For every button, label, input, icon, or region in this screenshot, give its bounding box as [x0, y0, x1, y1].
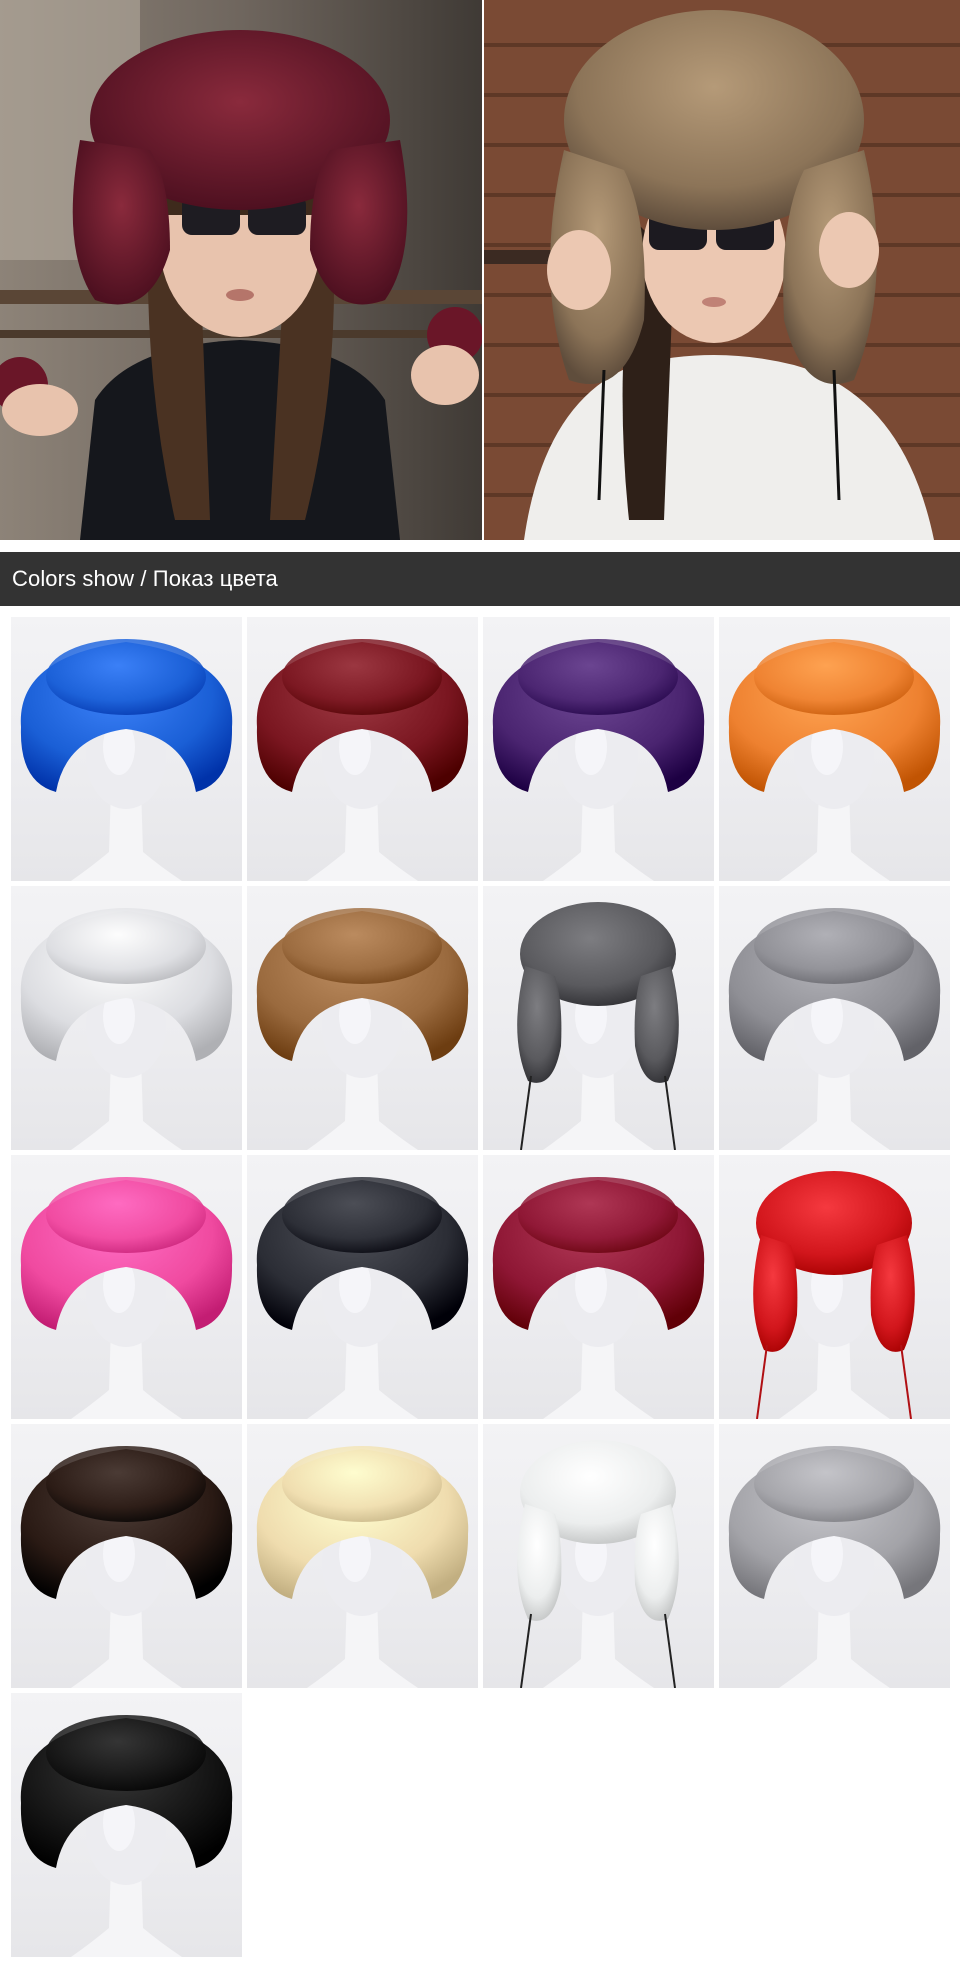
fur-hat-mannequin-icon — [728, 639, 941, 881]
grey-fur-hat-photo — [719, 886, 950, 1150]
beige-fur-hat-photo — [247, 1424, 478, 1688]
light-grey-fur-hat-photo — [719, 1424, 950, 1688]
hero-left-image — [0, 0, 482, 540]
raccoon-fur-hat-photo — [247, 886, 478, 1150]
fur-hat-mannequin-icon — [256, 1177, 469, 1419]
dark-grey-fur-hat-photo — [247, 1155, 478, 1419]
fur-hat-mannequin-icon — [20, 1715, 233, 1957]
child-burgundy-hat-photo — [0, 0, 482, 540]
purple-fur-hat-photo — [483, 617, 714, 881]
fur-hat-mannequin-icon — [20, 639, 233, 881]
pink-fur-hat-photo — [11, 1155, 242, 1419]
child-raccoon-hat-photo — [484, 0, 960, 540]
fur-hat-mannequin-icon — [492, 639, 705, 881]
orange-fur-hat-photo — [719, 617, 950, 881]
colors-section-title: Colors show / Показ цвета — [12, 566, 278, 591]
dark-red-fur-hat-photo — [247, 617, 478, 881]
fur-hat-mannequin-icon — [20, 1446, 233, 1688]
white-trapper-hat-photo — [483, 1424, 714, 1688]
hero-right-image — [484, 0, 960, 540]
fur-hat-mannequin-icon — [256, 639, 469, 881]
blue-fur-hat-photo — [11, 617, 242, 881]
dark-brown-fur-hat-photo — [11, 1424, 242, 1688]
fur-hat-mannequin-icon — [728, 908, 941, 1150]
fur-hat-mannequin-icon — [256, 908, 469, 1150]
fur-hat-mannequin-icon — [753, 1171, 915, 1419]
fur-hat-mannequin-icon — [728, 1446, 941, 1688]
black-fur-hat-photo — [11, 1693, 242, 1957]
hero-photos — [0, 0, 960, 540]
red-trapper-hat-photo — [719, 1155, 950, 1419]
fur-hat-mannequin-icon — [256, 1446, 469, 1688]
color-swatch-grid — [11, 617, 951, 1957]
white-fox-fur-hat-photo — [11, 886, 242, 1150]
fur-hat-mannequin-icon — [492, 1177, 705, 1419]
wine-red-fur-hat-photo — [483, 1155, 714, 1419]
fur-hat-mannequin-icon — [517, 1440, 679, 1688]
colors-section-header: Colors show / Показ цвета — [0, 552, 960, 606]
silver-fox-trapper-hat-photo — [483, 886, 714, 1150]
fur-hat-mannequin-icon — [517, 902, 679, 1150]
fur-hat-mannequin-icon — [20, 1177, 233, 1419]
fur-hat-mannequin-icon — [20, 908, 233, 1150]
